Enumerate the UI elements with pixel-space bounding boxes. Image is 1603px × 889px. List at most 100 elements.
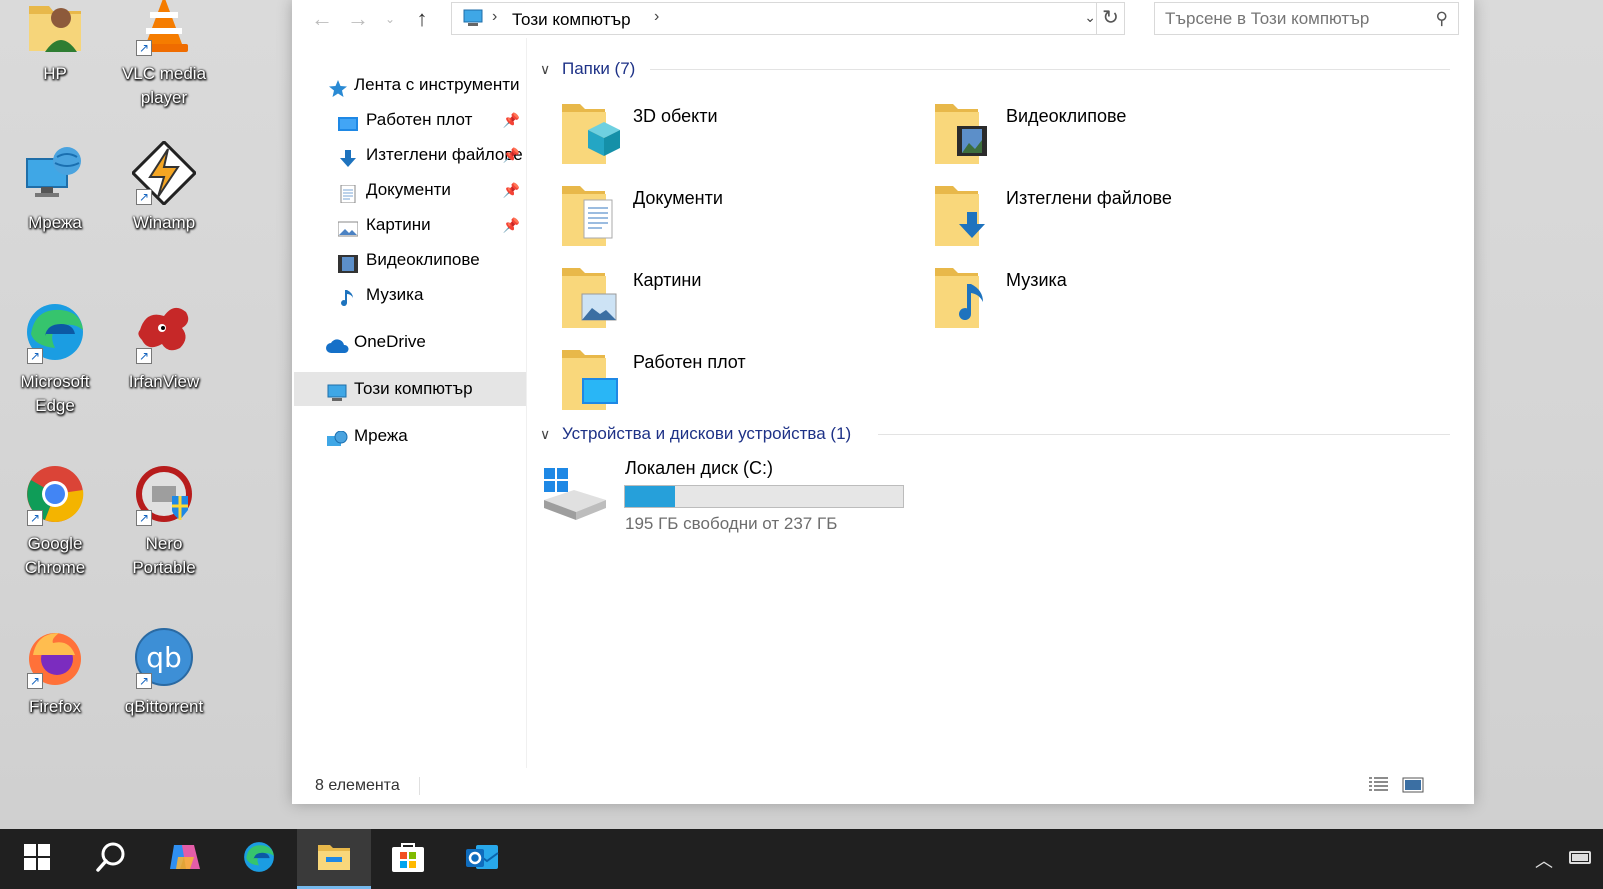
devices-group-header[interactable]: ∨ Устройства и дискови устройства (1) xyxy=(540,422,1450,446)
taskbar-copilot-button[interactable] xyxy=(148,829,222,889)
show-hidden-icons-button[interactable]: ︿ xyxy=(1535,847,1553,873)
star-icon xyxy=(328,76,348,97)
nav-item-videos[interactable]: Видеоклипове xyxy=(292,243,526,277)
outlook-icon xyxy=(464,841,500,878)
refresh-button[interactable]: ↻ xyxy=(1096,3,1124,34)
start-button[interactable] xyxy=(0,829,74,889)
taskbar-outlook-button[interactable] xyxy=(445,829,519,889)
desktop-icon-label: Firefox xyxy=(29,697,81,716)
shortcut-arrow-icon: ↗ xyxy=(136,189,152,205)
film-icon xyxy=(338,251,358,273)
desktop-icon-winamp[interactable]: ↗ Winamp xyxy=(114,139,214,235)
this-pc-icon xyxy=(326,380,347,401)
videos-folder-icon xyxy=(933,100,995,166)
nav-item-this-pc[interactable]: Този компютър xyxy=(294,372,526,406)
vlc-icon: ↗ xyxy=(132,0,196,56)
desktop-icon-hp[interactable]: HP xyxy=(5,0,105,86)
breadcrumb-this-pc[interactable]: Този компютър xyxy=(512,10,631,30)
search-box[interactable]: ⚲ xyxy=(1154,2,1459,35)
nav-item-onedrive[interactable]: OneDrive xyxy=(292,325,526,359)
desktop-icon-edge[interactable]: ↗ Microsoft Edge xyxy=(5,300,105,418)
desktop-icon-label: qBittorrent xyxy=(124,697,204,716)
navigation-pane: Лента с инструменти Работен плот 📌 Изтег… xyxy=(292,38,527,768)
nav-item-quick-access[interactable]: Лента с инструменти xyxy=(292,68,526,102)
breadcrumb-separator: › xyxy=(492,8,498,25)
drive-usage-fill xyxy=(625,486,676,507)
pin-icon[interactable]: 📌 xyxy=(503,173,520,207)
back-button[interactable]: ← xyxy=(308,6,336,32)
document-icon xyxy=(338,181,358,204)
music-note-icon xyxy=(338,286,358,307)
taskbar-edge-button[interactable] xyxy=(222,829,296,889)
status-divider xyxy=(419,777,420,795)
folder-name: Картини xyxy=(633,270,702,290)
pin-icon[interactable]: 📌 xyxy=(503,103,520,137)
nav-item-music[interactable]: Музика xyxy=(292,278,526,312)
nav-item-label: Този компютър xyxy=(354,379,473,398)
folder-pictures[interactable]: Картини xyxy=(560,264,920,344)
nav-item-documents[interactable]: Документи 📌 xyxy=(292,173,526,207)
desktop-icon-label: Nero Portable xyxy=(132,534,196,577)
shortcut-arrow-icon: ↗ xyxy=(136,348,152,364)
drive-usage-bar xyxy=(624,485,904,508)
start-icon xyxy=(24,843,50,875)
folder-videos[interactable]: Видеоклипове xyxy=(933,100,1293,180)
chrome-icon: ↗ xyxy=(23,462,87,526)
nav-item-pictures[interactable]: Картини 📌 xyxy=(292,208,526,242)
recent-locations-button[interactable]: ⌄ xyxy=(376,6,404,32)
pictures-folder-icon xyxy=(560,264,622,330)
nav-item-desktop[interactable]: Работен плот 📌 xyxy=(292,103,526,137)
desktop-icon-chrome[interactable]: ↗ Google Chrome xyxy=(5,462,105,580)
desktop-icon-vlc[interactable]: ↗ VLC media player xyxy=(114,0,214,110)
folder-3d-objects[interactable]: 3D обекти xyxy=(560,100,920,180)
group-divider xyxy=(878,434,1450,435)
drive-local-c[interactable]: Локален диск (C:) 195 ГБ свободни от 237… xyxy=(540,458,940,538)
battery-icon[interactable] xyxy=(1569,851,1591,864)
folders-group-header[interactable]: ∨ Папки (7) xyxy=(540,57,1450,81)
taskbar-store-button[interactable] xyxy=(371,829,445,889)
group-divider xyxy=(650,69,1450,70)
folder-downloads[interactable]: Изтеглени файлове xyxy=(933,182,1293,262)
drive-icon xyxy=(540,466,608,527)
pin-icon[interactable]: 📌 xyxy=(503,138,520,172)
large-icons-view-icon[interactable] xyxy=(1402,776,1424,794)
address-bar[interactable]: › Този компютър › ⌄ ↻ xyxy=(451,2,1125,35)
taskbar-search-button[interactable] xyxy=(74,829,148,889)
pin-icon[interactable]: 📌 xyxy=(503,208,520,242)
desktop-icon-label: Мрежа xyxy=(28,213,82,232)
desktop-icon-irfanview[interactable]: ↗ IrfanView xyxy=(114,300,214,394)
folder-name: Документи xyxy=(633,188,723,208)
search-icon[interactable]: ⚲ xyxy=(1436,9,1448,29)
nav-item-label: Мрежа xyxy=(354,426,408,445)
desktop-icon-qbittorrent[interactable]: qb ↗ qBittorrent xyxy=(114,625,214,719)
folder-music[interactable]: Музика xyxy=(933,264,1293,344)
up-button[interactable]: ↑ xyxy=(408,6,436,32)
nav-item-network[interactable]: Мрежа xyxy=(292,419,526,453)
network-icon xyxy=(326,427,348,446)
taskbar-file-explorer-button[interactable] xyxy=(297,829,371,889)
desktop-icon-nero[interactable]: ↗ Nero Portable xyxy=(114,462,214,580)
folder-desktop[interactable]: Работен плот xyxy=(560,346,920,426)
file-explorer-icon xyxy=(317,843,351,876)
forward-button[interactable]: → xyxy=(344,6,372,32)
folder-documents[interactable]: Документи xyxy=(560,182,920,262)
details-view-icon[interactable] xyxy=(1368,776,1390,794)
search-input[interactable] xyxy=(1155,3,1405,34)
qbittorrent-icon: qb ↗ xyxy=(132,625,196,689)
music-folder-icon xyxy=(933,264,995,330)
documents-folder-icon xyxy=(560,182,622,248)
folder-name: Видеоклипове xyxy=(1006,106,1127,126)
address-dropdown-icon[interactable]: ⌄ xyxy=(1084,9,1096,26)
nav-item-downloads[interactable]: Изтеглени файлове 📌 xyxy=(292,138,526,172)
svg-text:qb: qb xyxy=(146,641,182,674)
desktop-icon-firefox[interactable]: ↗ Firefox xyxy=(5,625,105,719)
taskbar: ︿ xyxy=(0,829,1603,889)
desktop-icon-label: Microsoft Edge xyxy=(20,372,90,415)
folder-name: Музика xyxy=(1006,270,1067,290)
nero-icon: ↗ xyxy=(132,462,196,526)
nav-item-label: Документи xyxy=(366,180,451,199)
desktop-icon-label: Google Chrome xyxy=(24,534,86,577)
desktop-icon-network[interactable]: Мрежа xyxy=(5,141,105,235)
breadcrumb-separator[interactable]: › xyxy=(654,8,659,26)
folder-name: Изтеглени файлове xyxy=(1006,188,1172,208)
